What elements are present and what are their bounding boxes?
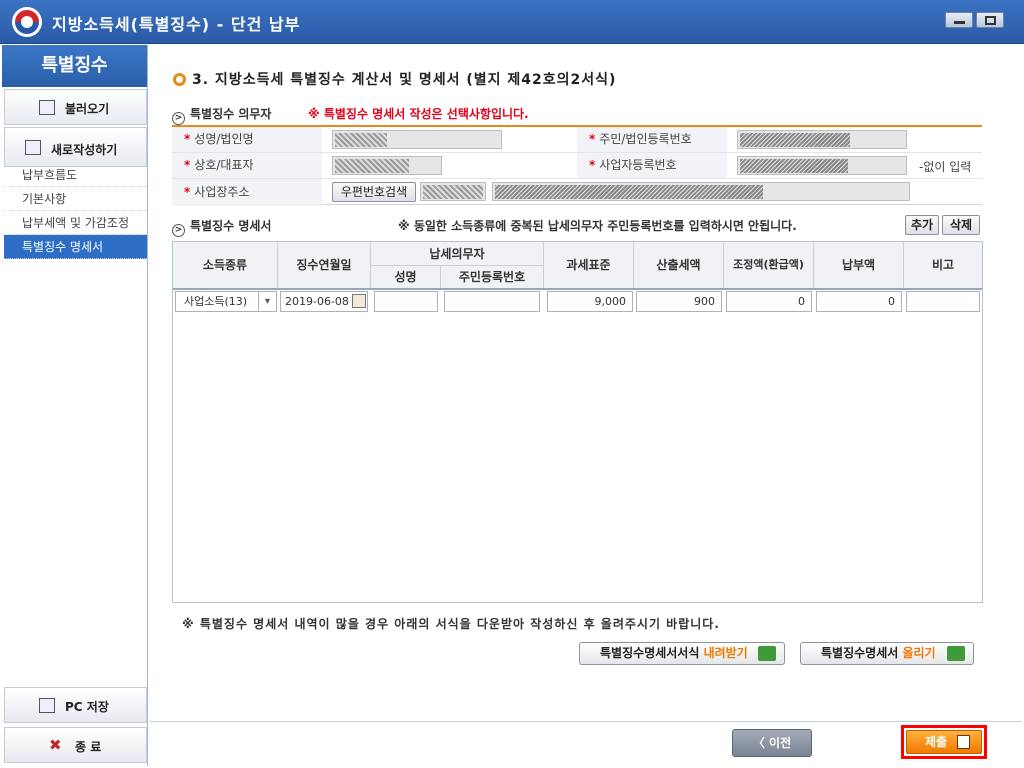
calendar-icon[interactable] bbox=[352, 294, 366, 308]
col-collect-date: 징수연월일 bbox=[278, 242, 371, 288]
masked-value bbox=[740, 133, 850, 147]
delete-row-button[interactable]: 삭제 bbox=[942, 215, 980, 235]
close-icon: ✖ bbox=[49, 736, 62, 754]
remark-input[interactable] bbox=[906, 291, 980, 312]
col-taxpayer-id: 주민등록번호 bbox=[441, 266, 544, 288]
sidebar-item-statement[interactable]: 특별징수 명세서 bbox=[4, 235, 147, 259]
collect-date-input[interactable]: 2019-06-08 bbox=[280, 291, 368, 312]
minimize-button[interactable] bbox=[945, 12, 973, 28]
statement-table: 소득종류 징수연월일 납세의무자 성명 주민등록번호 과세표준 산출세액 조정액… bbox=[172, 241, 983, 603]
form-row: 성명/법인명 주민/법인등록번호 bbox=[172, 127, 982, 153]
minimize-icon bbox=[954, 21, 965, 24]
prev-button[interactable]: 〈 이전 bbox=[732, 729, 812, 757]
biz-no-field[interactable] bbox=[737, 156, 907, 175]
sidebar-item-tax-adjust[interactable]: 납부세액 및 가감조정 bbox=[4, 211, 147, 235]
income-type-select[interactable]: 사업소득(13) ▾ bbox=[175, 291, 277, 312]
import-button[interactable]: 불러오기 bbox=[4, 89, 147, 125]
masked-value bbox=[495, 185, 763, 199]
col-taxpayer: 납세의무자 bbox=[371, 242, 544, 266]
zip-code-field[interactable] bbox=[420, 182, 486, 201]
chevron-right-icon: > bbox=[172, 224, 185, 237]
address-field[interactable] bbox=[492, 182, 910, 201]
taxpayer-name-input[interactable] bbox=[374, 291, 438, 312]
pc-save-button[interactable]: PC 저장 bbox=[4, 687, 147, 723]
sidebar-menu: 납부흐름도 기본사항 납부세액 및 가감조정 특별징수 명세서 bbox=[4, 163, 147, 259]
company-field[interactable] bbox=[332, 156, 442, 175]
section-title: 3. 지방소득세 특별징수 계산서 및 명세서 (별지 제42호의2서식) bbox=[192, 72, 617, 88]
col-taxpayer-name: 성명 bbox=[371, 266, 441, 288]
document-icon bbox=[957, 735, 970, 749]
sidebar-item-basic[interactable]: 기본사항 bbox=[4, 187, 147, 211]
optional-note: ※ 특별징수 명세서 작성은 선택사항입니다. bbox=[308, 107, 529, 121]
adjust-input[interactable]: 0 bbox=[726, 291, 812, 312]
obligor-heading: > 특별징수 의무자 bbox=[172, 105, 271, 125]
zip-search-button[interactable]: 우편번호검색 bbox=[332, 182, 416, 202]
exit-label: 종 료 bbox=[75, 740, 102, 754]
col-pay-amount: 납부액 bbox=[814, 242, 904, 288]
bulk-upload-note: ※ 특별징수 명세서 내역이 많을 경우 아래의 서식을 다운받아 작성하신 후… bbox=[182, 617, 720, 631]
company-label: 상호/대표자 bbox=[172, 153, 322, 178]
government-logo-icon bbox=[12, 7, 42, 37]
name-label: 성명/법인명 bbox=[172, 127, 322, 152]
exit-button[interactable]: ✖ 종 료 bbox=[4, 727, 147, 763]
window-title: 지방소득세(특별징수) - 단건 납부 bbox=[52, 15, 301, 34]
masked-value bbox=[335, 159, 409, 173]
masked-value bbox=[423, 185, 483, 199]
col-tax-base: 과세표준 bbox=[544, 242, 634, 288]
reg-no-label: 주민/법인등록번호 bbox=[577, 127, 727, 152]
col-income-type: 소득종류 bbox=[173, 242, 278, 288]
chevron-down-icon: ▾ bbox=[258, 292, 276, 311]
import-icon bbox=[39, 100, 55, 115]
table-header: 소득종류 징수연월일 납세의무자 성명 주민등록번호 과세표준 산출세액 조정액… bbox=[173, 242, 982, 290]
tax-base-input[interactable]: 9,000 bbox=[547, 291, 633, 312]
maximize-icon bbox=[985, 16, 996, 25]
biz-no-label: 사업자등록번호 bbox=[577, 153, 727, 178]
submit-button[interactable]: 제출 bbox=[906, 730, 982, 754]
form-row: 상호/대표자 사업자등록번호 -없이 입력 bbox=[172, 153, 982, 179]
excel-download-icon bbox=[758, 646, 776, 661]
masked-value bbox=[740, 159, 848, 173]
calc-tax-input[interactable]: 900 bbox=[636, 291, 722, 312]
import-label: 불러오기 bbox=[65, 102, 110, 116]
maximize-button[interactable] bbox=[976, 12, 1004, 28]
statement-heading: > 특별징수 명세서 bbox=[172, 217, 271, 237]
pay-amount-input[interactable]: 0 bbox=[816, 291, 902, 312]
document-edit-icon bbox=[25, 140, 41, 155]
add-row-button[interactable]: 추가 bbox=[905, 215, 939, 235]
col-adjust: 조정액(환급액) bbox=[724, 242, 814, 288]
sidebar-title: 특별징수 bbox=[2, 45, 147, 87]
footer-bar: 〈 이전 제출 bbox=[150, 721, 1022, 766]
reg-no-field[interactable] bbox=[737, 130, 907, 149]
col-remark: 비고 bbox=[931, 258, 955, 272]
upload-statement-button[interactable]: 특별징수명세서 올리기 bbox=[800, 642, 974, 665]
name-field[interactable] bbox=[332, 130, 502, 149]
new-document-label: 새로작성하기 bbox=[51, 143, 118, 157]
floppy-disk-icon bbox=[39, 698, 55, 713]
biz-no-hint: -없이 입력 bbox=[919, 160, 972, 174]
download-template-button[interactable]: 특별징수명세서서식 내려받기 bbox=[579, 642, 785, 665]
excel-upload-icon bbox=[947, 646, 965, 661]
col-calc-tax: 산출세액 bbox=[634, 242, 724, 288]
title-bar: 지방소득세(특별징수) - 단건 납부 bbox=[0, 0, 1024, 44]
masked-value bbox=[335, 133, 387, 147]
pc-save-label: PC 저장 bbox=[65, 700, 109, 714]
taxpayer-id-input[interactable] bbox=[444, 291, 540, 312]
new-document-button[interactable]: 새로작성하기 bbox=[4, 127, 147, 167]
address-label: 사업장주소 bbox=[172, 179, 322, 206]
main-content: 3. 지방소득세 특별징수 계산서 및 명세서 (별지 제42호의2서식) > 특… bbox=[150, 45, 1022, 721]
form-row: 사업장주소 우편번호검색 bbox=[172, 179, 982, 207]
sidebar-item-flow[interactable]: 납부흐름도 bbox=[4, 163, 147, 187]
submit-highlight-box: 제출 bbox=[901, 725, 987, 759]
chevron-right-icon: > bbox=[172, 112, 185, 125]
duplicate-note: ※ 동일한 소득종류에 중복된 납세의무자 주민등록번호를 입력하시면 안됩니다… bbox=[398, 219, 797, 233]
sidebar: 특별징수 불러오기 새로작성하기 납부흐름도 기본사항 납부세액 및 가감조정 … bbox=[2, 45, 148, 766]
obligor-form: 성명/법인명 주민/법인등록번호 상호/대표자 사업자등록번호 -없이 입력 사… bbox=[172, 125, 982, 207]
